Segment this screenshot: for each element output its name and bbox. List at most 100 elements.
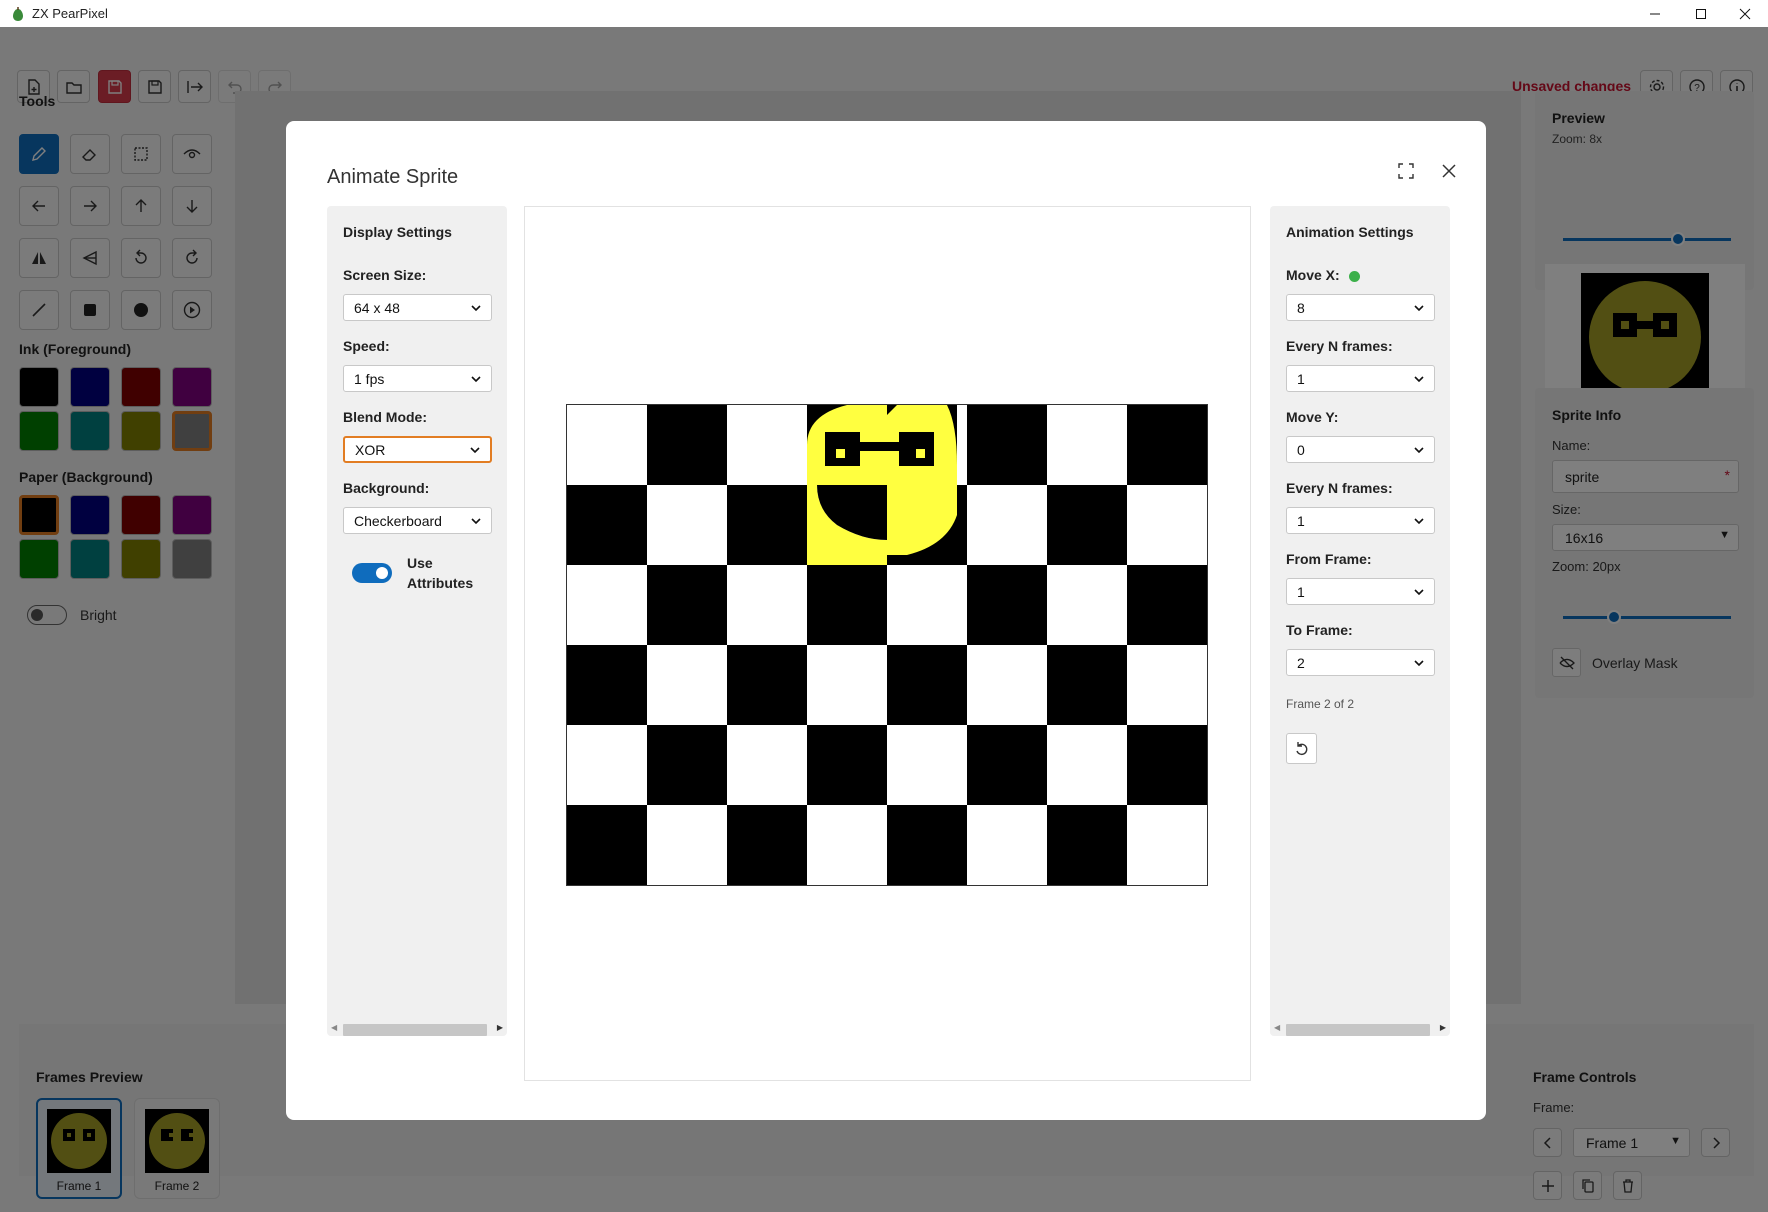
use-attributes-toggle[interactable] [352, 563, 392, 583]
display-settings-panel: Display Settings Screen Size: 64 x 48 Sp… [327, 206, 507, 1036]
checker-cell [1047, 645, 1127, 725]
speed-value: 1 fps [354, 370, 385, 387]
checker-cell [887, 725, 967, 805]
checker-cell [567, 405, 647, 485]
animation-preview-canvas [566, 404, 1208, 886]
checker-cell [1127, 645, 1207, 725]
fullscreen-button[interactable] [1394, 159, 1418, 183]
every-n-frames-y-select[interactable]: 1 [1286, 507, 1435, 534]
to-frame-value: 2 [1297, 654, 1305, 671]
status-dot-icon [1348, 270, 1360, 282]
checker-cell [887, 565, 967, 645]
app-logo-icon [13, 6, 23, 21]
minimize-button[interactable] [1632, 0, 1678, 27]
checker-cell [1127, 725, 1207, 805]
every-n-frames-y-value: 1 [1297, 512, 1305, 529]
checker-cell [887, 645, 967, 725]
checker-cell [727, 725, 807, 805]
from-frame-select[interactable]: 1 [1286, 578, 1435, 605]
checker-cell [967, 405, 1047, 485]
checker-cell [807, 725, 887, 805]
every-n-frames-x-label: Every N frames: [1286, 338, 1393, 354]
checker-cell [727, 405, 807, 485]
chevron-down-icon [470, 446, 480, 453]
animation-settings-scrollbar[interactable]: ◀ ▶ [1270, 1021, 1450, 1036]
checker-cell [967, 565, 1047, 645]
display-settings-title: Display Settings [343, 224, 452, 240]
blend-mode-label: Blend Mode: [343, 409, 427, 425]
every-n-frames-x-value: 1 [1297, 370, 1305, 387]
to-frame-select[interactable]: 2 [1286, 649, 1435, 676]
move-x-value: 8 [1297, 299, 1305, 316]
chevron-down-icon [1414, 659, 1424, 666]
move-x-select[interactable]: 8 [1286, 294, 1435, 321]
checker-cell [887, 805, 967, 885]
checker-cell [1047, 725, 1127, 805]
animation-settings-panel: Animation Settings Move X: 8 Every N fra… [1270, 206, 1450, 1036]
screen-size-value: 64 x 48 [354, 299, 400, 316]
dialog-title: Animate Sprite [327, 166, 459, 188]
checker-cell [567, 645, 647, 725]
maximize-icon [1696, 8, 1706, 19]
animated-sprite [807, 405, 957, 565]
chevron-down-icon [1414, 517, 1424, 524]
checker-cell [967, 725, 1047, 805]
animate-sprite-dialog: Animate Sprite Display Settings Screen S… [286, 121, 1486, 1120]
maximize-button[interactable] [1678, 0, 1724, 27]
chevron-down-icon [471, 517, 481, 524]
checker-cell [1047, 485, 1127, 565]
checker-cell [567, 565, 647, 645]
checker-cell [1047, 565, 1127, 645]
speed-label: Speed: [343, 338, 390, 354]
checker-cell [647, 485, 727, 565]
close-dialog-button[interactable] [1437, 159, 1461, 183]
screen-size-label: Screen Size: [343, 267, 427, 283]
from-frame-label: From Frame: [1286, 551, 1372, 567]
checker-cell [1047, 405, 1127, 485]
window-titlebar: ZX PearPixel [0, 0, 1768, 27]
from-frame-value: 1 [1297, 583, 1305, 600]
chevron-down-icon [1414, 446, 1424, 453]
checker-cell [807, 565, 887, 645]
checker-cell [807, 645, 887, 725]
move-y-value: 0 [1297, 441, 1305, 458]
speed-select[interactable]: 1 fps [343, 365, 492, 392]
screen-size-select[interactable]: 64 x 48 [343, 294, 492, 321]
blend-mode-value: XOR [355, 441, 386, 458]
checker-cell [647, 645, 727, 725]
every-n-frames-y-label: Every N frames: [1286, 480, 1393, 496]
animation-settings-title: Animation Settings [1286, 224, 1414, 240]
fullscreen-icon [1398, 163, 1414, 179]
checker-cell [727, 565, 807, 645]
background-value: Checkerboard [354, 512, 442, 529]
display-settings-scrollbar[interactable]: ◀ ▶ [327, 1021, 507, 1036]
checker-cell [967, 805, 1047, 885]
close-window-button[interactable] [1722, 0, 1768, 27]
close-icon [1442, 164, 1456, 178]
checker-cell [567, 485, 647, 565]
background-select[interactable]: Checkerboard [343, 507, 492, 534]
every-n-frames-x-select[interactable]: 1 [1286, 365, 1435, 392]
checker-cell [807, 805, 887, 885]
chevron-down-icon [1414, 375, 1424, 382]
checker-cell [1047, 805, 1127, 885]
checker-cell [1127, 565, 1207, 645]
minimize-icon [1650, 13, 1660, 14]
move-y-select[interactable]: 0 [1286, 436, 1435, 463]
move-x-label: Move X: [1286, 267, 1360, 283]
move-y-label: Move Y: [1286, 409, 1339, 425]
chevron-down-icon [471, 304, 481, 311]
checker-cell [967, 645, 1047, 725]
chevron-down-icon [471, 375, 481, 382]
checker-cell [647, 725, 727, 805]
close-icon [1739, 8, 1751, 19]
checker-cell [727, 485, 807, 565]
reset-icon [1295, 741, 1307, 755]
to-frame-label: To Frame: [1286, 622, 1353, 638]
animation-preview-area [524, 206, 1251, 1081]
reset-animation-button[interactable] [1286, 733, 1317, 764]
checker-cell [567, 725, 647, 805]
blend-mode-select[interactable]: XOR [343, 436, 492, 463]
chevron-down-icon [1414, 588, 1424, 595]
checker-cell [567, 805, 647, 885]
